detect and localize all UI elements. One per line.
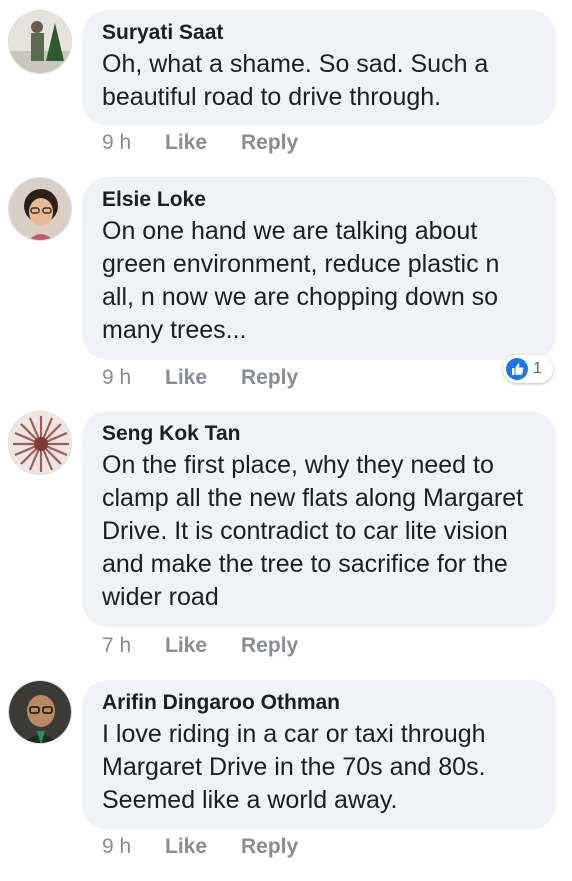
reply-button[interactable]: Reply	[241, 129, 298, 157]
comment-timestamp[interactable]: 9 h	[102, 129, 131, 157]
avatar[interactable]	[8, 411, 72, 475]
like-button[interactable]: Like	[165, 632, 207, 660]
avatar[interactable]	[8, 10, 72, 74]
comment-text: On the first place, why they need to cla…	[102, 451, 524, 611]
comment-timestamp[interactable]: 7 h	[102, 632, 131, 660]
like-button[interactable]: Like	[165, 129, 207, 157]
comment-author[interactable]: Arifin Dingaroo Othman	[102, 690, 536, 716]
reply-button[interactable]: Reply	[241, 364, 298, 392]
reaction-count: 1	[533, 360, 542, 377]
avatar[interactable]	[8, 177, 72, 241]
comment-bubble: Arifin Dingaroo Othman I love riding in …	[82, 680, 556, 830]
comment-text: I love riding in a car or taxi through M…	[102, 720, 486, 814]
comment-bubble: Suryati Saat Oh, what a shame. So sad. S…	[82, 10, 556, 126]
comment-author[interactable]: Seng Kok Tan	[102, 421, 536, 447]
like-button[interactable]: Like	[165, 833, 207, 861]
comment-bubble: Elsie Loke On one hand we are talking ab…	[82, 177, 556, 360]
comment-text: Oh, what a shame. So sad. Such a beautif…	[102, 50, 489, 111]
comment-author[interactable]: Elsie Loke	[102, 187, 536, 213]
comment-timestamp[interactable]: 9 h	[102, 364, 131, 392]
like-button[interactable]: Like	[165, 364, 207, 392]
reaction-badge[interactable]: 1	[503, 355, 553, 383]
comment-text: On one hand we are talking about green e…	[102, 217, 500, 344]
reply-button[interactable]: Reply	[241, 833, 298, 861]
reply-button[interactable]: Reply	[241, 632, 298, 660]
avatar[interactable]	[8, 680, 72, 744]
thumbs-up-icon	[506, 358, 528, 380]
comment-timestamp[interactable]: 9 h	[102, 833, 131, 861]
comment-author[interactable]: Suryati Saat	[102, 20, 536, 46]
comment-bubble: Seng Kok Tan On the first place, why the…	[82, 411, 556, 627]
